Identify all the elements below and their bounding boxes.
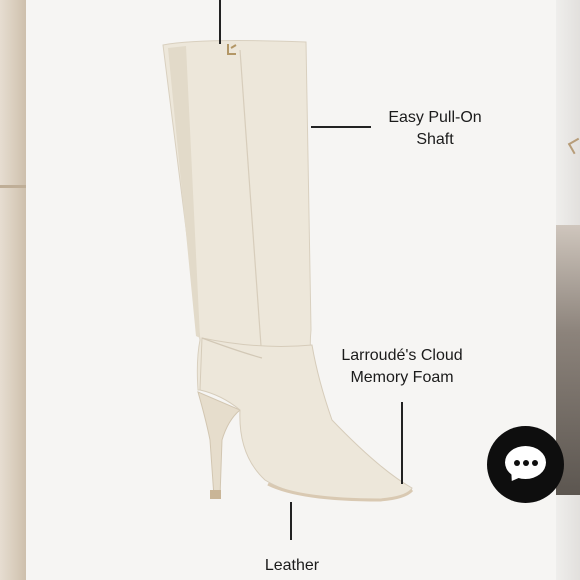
leader-line-top	[219, 0, 221, 44]
callout-foam: Larroudé's Cloud Memory Foam	[322, 345, 482, 389]
leader-line-foam	[401, 402, 403, 484]
callout-leather: Leather	[264, 557, 320, 574]
boot-image	[162, 40, 414, 502]
leader-line-leather	[290, 502, 292, 540]
callout-foam-line1: Larroudé's Cloud	[341, 347, 463, 364]
callout-shaft-line2: Shaft	[416, 131, 454, 148]
boot-heel-tip	[210, 490, 221, 499]
chat-button[interactable]	[487, 426, 564, 503]
callout-foam-line2: Memory Foam	[350, 369, 454, 386]
callout-shaft-line1: Easy Pull-On	[388, 109, 482, 126]
leader-line-shaft	[311, 126, 371, 128]
callout-shaft: Easy Pull-On Shaft	[380, 107, 490, 151]
boot-heel	[197, 391, 241, 498]
